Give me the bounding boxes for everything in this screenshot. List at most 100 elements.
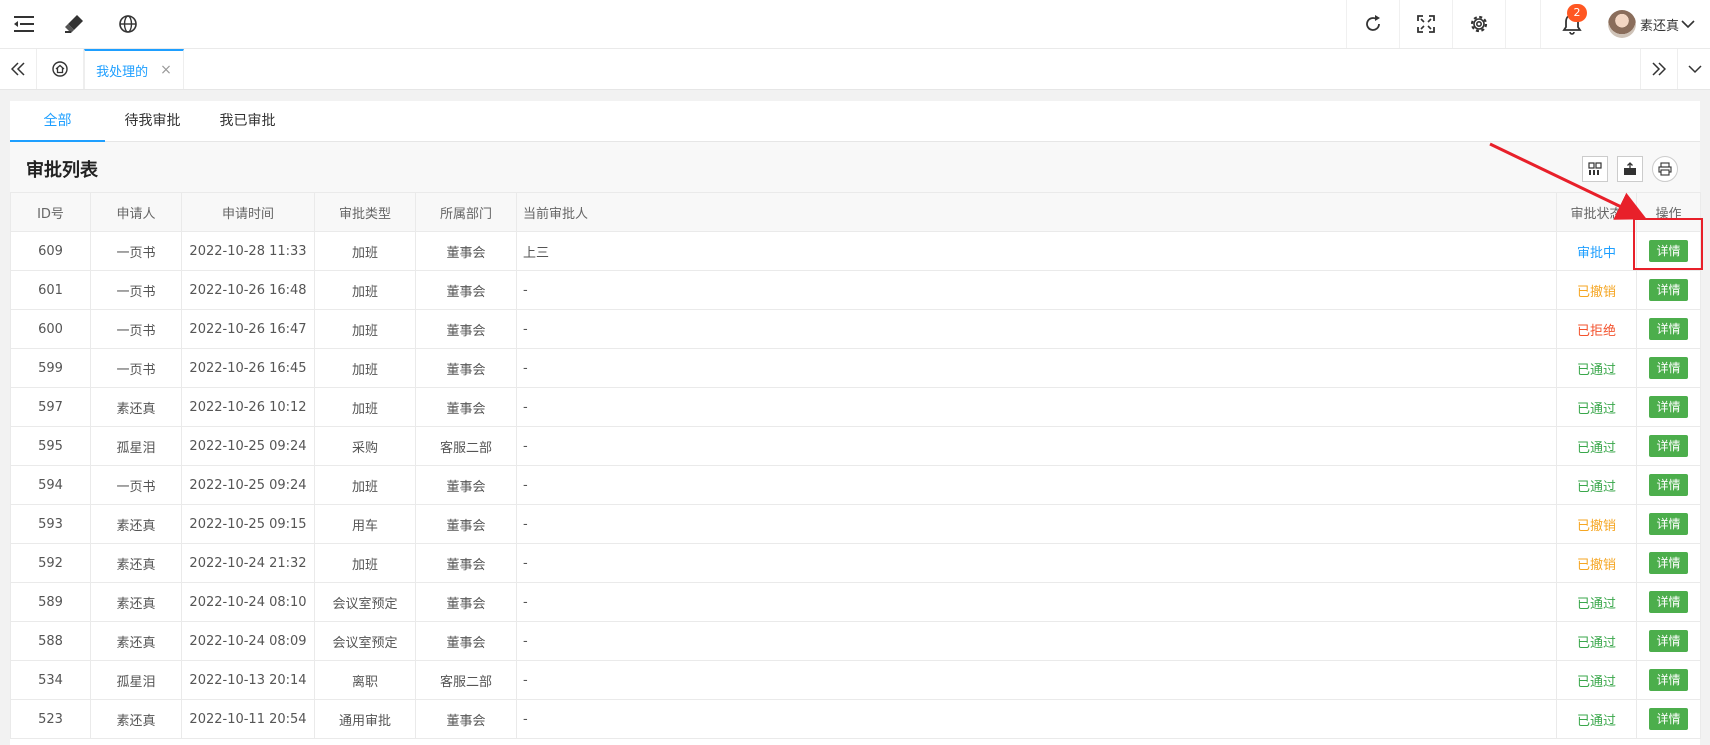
cell-id: 534	[10, 660, 91, 700]
cell-dept: 董事会	[415, 582, 517, 622]
cell-id: 588	[10, 621, 91, 661]
globe-icon[interactable]	[104, 0, 152, 48]
cell-applicant: 素还真	[90, 582, 182, 622]
table-row[interactable]: 523 素还真 2022-10-11 20:54 通用审批 董事会 - 已通过 详情	[10, 699, 1701, 739]
cell-time: 2022-10-26 16:48	[181, 270, 315, 310]
cell-approver: -	[516, 504, 1557, 544]
detail-button[interactable]: 详情	[1649, 279, 1688, 301]
table-row[interactable]: 600 一页书 2022-10-26 16:47 加班 董事会 - 已拒绝 详情	[10, 309, 1701, 349]
page-title: 审批列表	[26, 160, 98, 181]
notification-count-badge: 2	[1567, 4, 1587, 22]
column-header-type[interactable]: 审批类型	[314, 192, 416, 232]
cell-action: 详情	[1636, 504, 1701, 544]
cell-time: 2022-10-24 08:09	[181, 621, 315, 661]
column-header-approver[interactable]: 当前审批人	[516, 192, 1557, 232]
table-row[interactable]: 588 素还真 2022-10-24 08:09 会议室预定 董事会 - 已通过 详情	[10, 621, 1701, 661]
detail-button[interactable]: 详情	[1649, 357, 1688, 379]
cell-id: 589	[10, 582, 91, 622]
cell-time: 2022-10-11 20:54	[181, 699, 315, 739]
user-menu[interactable]: 素还真	[1604, 0, 1710, 48]
detail-button[interactable]: 详情	[1649, 591, 1688, 613]
tab-pending-my-approval[interactable]: 待我审批	[105, 101, 200, 141]
tab-my-processed[interactable]: 我处理的 ×	[84, 49, 184, 89]
annotation-highlight-box	[1633, 218, 1703, 270]
home-icon[interactable]	[37, 49, 84, 89]
column-header-id[interactable]: ID号	[10, 192, 91, 232]
cell-status: 已拒绝	[1556, 309, 1637, 349]
detail-button[interactable]: 详情	[1649, 318, 1688, 340]
fullscreen-icon[interactable]	[1399, 0, 1452, 48]
notification-bell[interactable]: 2	[1540, 0, 1603, 48]
table-row[interactable]: 592 素还真 2022-10-24 21:32 加班 董事会 - 已撤销 详情	[10, 543, 1701, 583]
tabs-menu-chevron-down-icon[interactable]	[1677, 49, 1710, 89]
cell-status: 已通过	[1556, 660, 1637, 700]
column-header-time[interactable]: 申请时间	[181, 192, 315, 232]
double-chevron-left-icon[interactable]	[0, 49, 37, 89]
detail-button[interactable]: 详情	[1649, 435, 1688, 457]
detail-button[interactable]: 详情	[1649, 513, 1688, 535]
cell-status: 已通过	[1556, 465, 1637, 505]
cell-action: 详情	[1636, 348, 1701, 388]
close-icon[interactable]: ×	[160, 62, 172, 78]
table-row[interactable]: 534 孤星泪 2022-10-13 20:14 离职 客服二部 - 已通过 详情	[10, 660, 1701, 700]
cell-applicant: 素还真	[90, 543, 182, 583]
cell-type: 加班	[314, 387, 416, 427]
refresh-icon[interactable]	[1346, 0, 1399, 48]
table-row[interactable]: 593 素还真 2022-10-25 09:15 用车 董事会 - 已撤销 详情	[10, 504, 1701, 544]
cell-applicant: 一页书	[90, 231, 182, 271]
cell-id: 595	[10, 426, 91, 466]
table-row[interactable]: 597 素还真 2022-10-26 10:12 加班 董事会 - 已通过 详情	[10, 387, 1701, 427]
column-header-status[interactable]: 审批状态	[1556, 192, 1637, 232]
double-chevron-right-icon[interactable]	[1640, 49, 1677, 89]
tab-all[interactable]: 全部	[10, 101, 105, 142]
table-row[interactable]: 599 一页书 2022-10-26 16:45 加班 董事会 - 已通过 详情	[10, 348, 1701, 388]
detail-button[interactable]: 详情	[1649, 396, 1688, 418]
cell-applicant: 孤星泪	[90, 426, 182, 466]
settings-gear-icon[interactable]	[1452, 0, 1505, 48]
cell-time: 2022-10-25 09:15	[181, 504, 315, 544]
export-icon[interactable]	[1617, 156, 1643, 182]
cell-dept: 董事会	[415, 465, 517, 505]
column-header-dept[interactable]: 所属部门	[415, 192, 517, 232]
menu-fold-icon[interactable]	[0, 0, 48, 48]
columns-filter-icon[interactable]	[1582, 156, 1608, 182]
cell-status: 已通过	[1556, 426, 1637, 466]
theme-brush-icon[interactable]	[50, 0, 98, 48]
cell-status: 已撤销	[1556, 543, 1637, 583]
table-row[interactable]: 594 一页书 2022-10-25 09:24 加班 董事会 - 已通过 详情	[10, 465, 1701, 505]
detail-button[interactable]: 详情	[1649, 474, 1688, 496]
cell-status: 已通过	[1556, 387, 1637, 427]
detail-button[interactable]: 详情	[1649, 669, 1688, 691]
page-tabs-bar: 我处理的 ×	[0, 49, 1710, 90]
table-row[interactable]: 601 一页书 2022-10-26 16:48 加班 董事会 - 已撤销 详情	[10, 270, 1701, 310]
cell-action: 详情	[1636, 582, 1701, 622]
list-header: 审批列表	[10, 142, 1700, 192]
cell-approver: -	[516, 660, 1557, 700]
table-row[interactable]: 589 素还真 2022-10-24 08:10 会议室预定 董事会 - 已通过 详情	[10, 582, 1701, 622]
detail-button[interactable]: 详情	[1649, 708, 1688, 730]
cell-type: 加班	[314, 309, 416, 349]
cell-id: 600	[10, 309, 91, 349]
cell-action: 详情	[1636, 387, 1701, 427]
cell-time: 2022-10-26 10:12	[181, 387, 315, 427]
table-row[interactable]: 609 一页书 2022-10-28 11:33 加班 董事会 上三 审批中 详情	[10, 231, 1701, 271]
approval-table: ID号 申请人 申请时间 审批类型 所属部门 当前审批人 审批状态 操作 609…	[10, 192, 1701, 739]
cell-type: 加班	[314, 543, 416, 583]
cell-applicant: 一页书	[90, 270, 182, 310]
cell-dept: 客服二部	[415, 660, 517, 700]
print-icon[interactable]	[1652, 156, 1678, 182]
cell-id: 599	[10, 348, 91, 388]
detail-button[interactable]: 详情	[1649, 630, 1688, 652]
cell-dept: 董事会	[415, 387, 517, 427]
cell-status: 已通过	[1556, 621, 1637, 661]
cell-dept: 董事会	[415, 543, 517, 583]
tab-approved-by-me[interactable]: 我已审批	[200, 101, 295, 141]
cell-dept: 董事会	[415, 348, 517, 388]
cell-time: 2022-10-28 11:33	[181, 231, 315, 271]
column-header-applicant[interactable]: 申请人	[90, 192, 182, 232]
detail-button[interactable]: 详情	[1649, 552, 1688, 574]
table-row[interactable]: 595 孤星泪 2022-10-25 09:24 采购 客服二部 - 已通过 详情	[10, 426, 1701, 466]
cell-action: 详情	[1636, 660, 1701, 700]
cell-action: 详情	[1636, 699, 1701, 739]
cell-approver: -	[516, 387, 1557, 427]
